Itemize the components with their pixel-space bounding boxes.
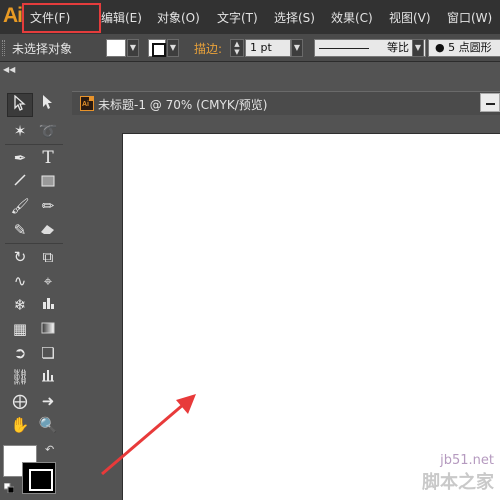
- stroke-color-box[interactable]: [22, 462, 56, 494]
- zoom-tool-icon[interactable]: 🔍: [35, 413, 61, 437]
- blend-tool-icon[interactable]: ❏: [35, 341, 61, 365]
- brush-points-label: 5 点圆形: [448, 41, 492, 54]
- stroke-weight-stepper[interactable]: ▲ ▼: [230, 39, 244, 57]
- pen-tool-icon[interactable]: ✒: [7, 146, 33, 170]
- artboard-tool-icon[interactable]: ⨁: [7, 389, 33, 413]
- ai-file-icon: Ai: [80, 96, 94, 111]
- stroke-weight-dropdown[interactable]: ▼: [291, 39, 303, 57]
- mesh-tool-icon[interactable]: ▦: [7, 317, 33, 341]
- eraser-tool-icon[interactable]: [35, 218, 61, 242]
- slice-tool-icon[interactable]: ➜: [35, 389, 61, 413]
- stroke-profile-dropdown[interactable]: ▼: [412, 39, 424, 57]
- watermark: jb51.net 脚本之家: [422, 453, 494, 494]
- rotate-tool-icon[interactable]: ↻: [7, 245, 33, 269]
- rectangle-tool-icon[interactable]: [35, 170, 61, 194]
- watermark-url: jb51.net: [440, 453, 494, 468]
- minimize-icon[interactable]: [480, 93, 500, 112]
- stroke-weight-field[interactable]: 1 pt: [245, 39, 291, 57]
- default-colors-icon[interactable]: [4, 483, 14, 493]
- selection-tool-icon[interactable]: [7, 93, 33, 117]
- menu-type[interactable]: 文字(T): [217, 9, 258, 26]
- line-segment-tool-icon[interactable]: [7, 170, 33, 194]
- column-graph-alt-icon[interactable]: [35, 365, 61, 389]
- magic-wand-tool-icon[interactable]: ✶: [7, 119, 33, 143]
- hand-tool-icon[interactable]: ✋: [7, 413, 33, 437]
- stroke-profile-field[interactable]: 等比: [314, 39, 426, 57]
- warp-tool-icon[interactable]: ∿: [7, 269, 33, 293]
- menu-object[interactable]: 对象(O): [157, 9, 200, 26]
- column-graph-tool-icon[interactable]: [35, 293, 61, 317]
- menu-effect[interactable]: 效果(C): [331, 9, 373, 26]
- blob-brush-tool-icon[interactable]: ✎: [7, 218, 33, 242]
- ai-file-icon-text: Ai: [82, 101, 89, 108]
- menu-edit[interactable]: 编辑(E): [101, 9, 142, 26]
- panel-strip: ◀◀: [0, 63, 500, 91]
- stroke-label[interactable]: 描边:: [194, 40, 222, 57]
- menu-view[interactable]: 视图(V): [389, 9, 431, 26]
- collapse-panels-icon[interactable]: ◀◀: [3, 65, 15, 74]
- stroke-profile-label: 等比: [387, 41, 409, 54]
- app-logo: Ai: [3, 4, 23, 27]
- direct-selection-tool-icon[interactable]: [35, 93, 61, 117]
- annotation-arrow: [101, 394, 196, 476]
- swap-fill-stroke-icon[interactable]: ↶: [45, 443, 54, 456]
- illustrator-window: Ai 文件(F) 编辑(E) 对象(O) 文字(T) 选择(S) 效果(C) 视…: [0, 0, 500, 500]
- eyedropper-tool-icon[interactable]: ➲: [7, 341, 33, 365]
- lasso-tool-icon[interactable]: ➰: [35, 119, 61, 143]
- menu-select[interactable]: 选择(S): [274, 9, 315, 26]
- tool-divider: [5, 144, 63, 145]
- selection-status: 未选择对象: [12, 42, 73, 56]
- menu-window[interactable]: 窗口(W): [447, 9, 492, 26]
- scale-tool-icon[interactable]: ⧉: [35, 245, 61, 269]
- symbol-sprayer-tool-icon[interactable]: ❄: [7, 293, 33, 317]
- paintbrush-tool-icon[interactable]: 🖌: [7, 194, 33, 218]
- live-paint-bucket-tool-icon[interactable]: ⛓: [7, 365, 33, 389]
- type-tool-icon[interactable]: T: [35, 146, 61, 170]
- document-title: 未标题-1 @ 70% (CMYK/预览): [98, 98, 268, 112]
- pencil-tool-icon[interactable]: ✏: [35, 194, 61, 218]
- grip-handle[interactable]: [2, 40, 5, 56]
- fill-dropdown[interactable]: ▼: [127, 39, 139, 57]
- stroke-swatch[interactable]: [148, 39, 166, 57]
- stroke-dropdown[interactable]: ▼: [167, 39, 179, 57]
- gradient-tool-icon[interactable]: [35, 317, 61, 341]
- ai-file-icon-fold: [89, 96, 94, 101]
- control-bar: 未选择对象 ▼ ▼ 描边: ▲ ▼ 1 pt ▼ 等比 ▼ ● 5 点圆形: [0, 34, 500, 62]
- highlight-box: [22, 3, 101, 33]
- brush-definition-field[interactable]: ● 5 点圆形: [428, 39, 500, 57]
- menu-bar: Ai 文件(F) 编辑(E) 对象(O) 文字(T) 选择(S) 效果(C) 视…: [0, 0, 500, 34]
- document-tab[interactable]: Ai 未标题-1 @ 70% (CMYK/预览): [72, 91, 500, 115]
- fill-swatch[interactable]: [106, 39, 126, 57]
- tools-panel: ✶ ➰ ✒ T 🖌 ✏ ✎ ↻ ⧉ ∿ ⌖ ❄ ▦ ➲ ❏ ⛓ ⨁ ➜ ✋ 🔍: [3, 91, 67, 500]
- stroke-profile-preview: [319, 48, 369, 49]
- tool-divider: [5, 243, 63, 244]
- free-transform-tool-icon[interactable]: ⌖: [35, 269, 61, 293]
- watermark-site-name: 脚本之家: [422, 472, 494, 493]
